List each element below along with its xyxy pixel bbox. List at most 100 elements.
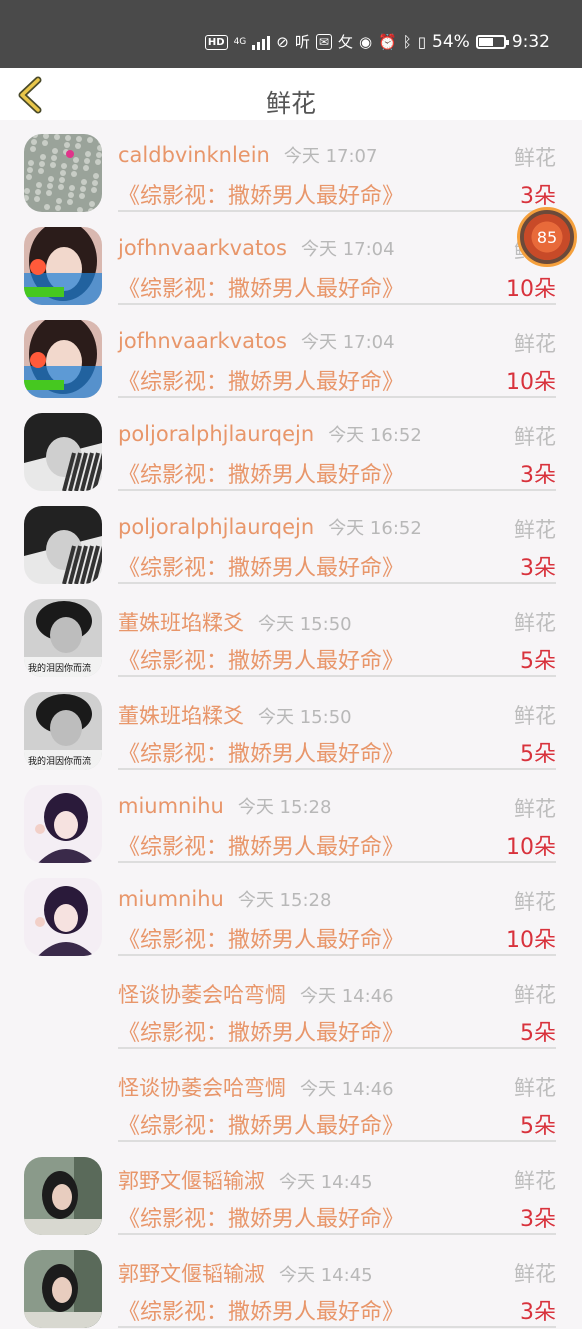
ting-icon: 听	[294, 33, 310, 51]
gift-type: 鲜花	[514, 983, 556, 1007]
battery-percent: 54%	[432, 32, 470, 52]
book-title[interactable]: 《综影视：撒娇男人最好命》	[118, 271, 404, 303]
book-title[interactable]: 《综影视：撒娇男人最好命》	[118, 1294, 404, 1326]
user-name-text: miumnihu	[118, 794, 224, 818]
user-name: poljoralphjlaurqejn 今天 16:52	[118, 514, 422, 540]
avatar[interactable]	[24, 134, 102, 212]
list-item[interactable]: poljoralphjlaurqejn 今天 16:52 《综影视：撒娇男人最好命》…	[0, 492, 582, 585]
gift-type: 鲜花	[514, 704, 556, 728]
gift-type: 鲜花	[514, 146, 556, 170]
timestamp: 今天 15:50	[258, 707, 352, 728]
timestamp: 今天 15:28	[237, 890, 332, 911]
user-name-text: miumnihu	[118, 887, 224, 911]
book-title[interactable]: 《综影视：撒娇男人最好命》	[118, 1015, 404, 1047]
clock: 9:32	[511, 32, 550, 52]
divider	[118, 1326, 556, 1328]
book-title[interactable]: 《综影视：撒娇男人最好命》	[118, 829, 404, 861]
avatar[interactable]	[24, 320, 102, 398]
avatar[interactable]	[24, 1250, 102, 1328]
divider	[118, 1233, 556, 1235]
user-name: miumnihu 今天 15:28	[118, 793, 331, 819]
gift-type: 鲜花	[514, 425, 556, 449]
avatar[interactable]	[24, 878, 102, 956]
avatar[interactable]	[24, 506, 102, 584]
timestamp: 今天 17:07	[283, 146, 378, 167]
gift-count: 3朵	[520, 463, 556, 488]
avatar[interactable]	[24, 227, 102, 305]
battery-icon	[475, 35, 509, 49]
vibrate-icon: ▯	[417, 33, 427, 51]
user-name-text: 怪谈协萎会哈弯惆	[118, 1076, 286, 1100]
gift-count: 5朵	[520, 1114, 556, 1139]
user-name-text: 董姝班埳糅爻	[118, 611, 244, 635]
list-item[interactable]: jofhnvaarkvatos今天 17:04 《综影视：撒娇男人最好命》 鲜花 10…	[0, 306, 582, 399]
gift-type: 鲜花	[514, 1076, 556, 1100]
divider	[118, 861, 556, 863]
hd-icon: HD	[204, 34, 228, 50]
list-item[interactable]: 我的泪因你而流 董姝班埳糅爻 今天 15:50 《综影视：撒娇男人最好命》 鲜花 5朵	[0, 585, 582, 678]
avatar[interactable]	[24, 413, 102, 491]
bluetooth-icon: ᛒ	[402, 33, 412, 51]
timestamp: 今天 14:46	[300, 986, 394, 1007]
list-item[interactable]: 我的泪因你而流 董姝班埳糅爻 今天 15:50 《综影视：撒娇男人最好命》 鲜花 5朵	[0, 678, 582, 771]
header: 鲜花	[0, 68, 582, 120]
user-name: 怪谈协萎会哈弯惆 今天 14:46	[118, 979, 394, 1009]
list-item[interactable]: caldbvinknlein 今天 17:07 《综影视：撒娇男人最好命》 鲜花 3朵	[0, 120, 582, 213]
list-item[interactable]: 郭野文偃韬输淑 今天 14:45 《综影视：撒娇男人最好命》 鲜花 3朵	[0, 1143, 582, 1236]
book-title[interactable]: 《综影视：撒娇男人最好命》	[118, 1201, 404, 1233]
book-title[interactable]: 《综影视：撒娇男人最好命》	[118, 643, 404, 675]
user-name-text: 郭野文偃韬输淑	[118, 1262, 265, 1286]
user-name: 董姝班埳糅爻 今天 15:50	[118, 607, 352, 637]
book-title[interactable]: 《综影视：撒娇男人最好命》	[118, 178, 404, 210]
avatar[interactable]	[24, 1157, 102, 1235]
svg-text:我的泪因你而流: 我的泪因你而流	[28, 662, 91, 674]
status-icons: HD 4G ⊘ 听 ✉ 攵 ◉ ⏰ ᛒ ▯ 54% 9:32	[204, 32, 550, 52]
signal-icon	[252, 34, 271, 50]
user-name: miumnihu 今天 15:28	[118, 886, 331, 912]
wifi-off-icon: ⊘	[276, 33, 289, 51]
list-item[interactable]: jofhnvaarkvatos今天 17:04《综影视：撒娇男人最好命》鲜花10…	[0, 213, 582, 306]
divider	[118, 954, 556, 956]
network-type: 4G	[233, 37, 247, 47]
book-title[interactable]: 《综影视：撒娇男人最好命》	[118, 457, 404, 489]
user-name-text: 怪谈协萎会哈弯惆	[118, 983, 286, 1007]
list-item[interactable]: poljoralphjlaurqejn 今天 16:52 《综影视：撒娇男人最好命》…	[0, 399, 582, 492]
gift-count: 5朵	[520, 649, 556, 674]
floating-ball-widget[interactable]: 85	[517, 207, 577, 267]
gift-count: 10朵	[506, 370, 556, 395]
user-name: jofhnvaarkvatos 今天 17:04	[118, 328, 395, 354]
list-item[interactable]: miumnihu 今天 15:28 《综影视：撒娇男人最好命》 鲜花 10朵	[0, 771, 582, 864]
book-title[interactable]: 《综影视：撒娇男人最好命》	[118, 364, 404, 396]
book-title[interactable]: 《综影视：撒娇男人最好命》	[118, 550, 404, 582]
avatar[interactable]: 我的泪因你而流	[24, 599, 102, 677]
timestamp: 今天 15:50	[258, 614, 352, 635]
gift-type: 鲜花	[514, 518, 556, 542]
avatar[interactable]	[24, 785, 102, 863]
gift-count: 10朵	[506, 928, 556, 953]
divider	[118, 1047, 556, 1049]
user-name: caldbvinknlein 今天 17:07	[118, 142, 377, 168]
gift-record-list: caldbvinknlein 今天 17:07 《综影视：撒娇男人最好命》 鲜花 3朵 j…	[0, 120, 582, 1329]
user-name: 郭野文偃韬输淑 今天 14:45	[118, 1165, 373, 1195]
book-title[interactable]: 《综影视：撒娇男人最好命》	[118, 1108, 404, 1140]
divider	[118, 582, 556, 584]
divider	[118, 489, 556, 491]
list-item[interactable]: 怪谈协萎会哈弯惆 今天 14:46 《综影视：撒娇男人最好命》 鲜花 5朵	[0, 957, 582, 1050]
timestamp: 今天 17:04	[300, 332, 395, 353]
divider	[118, 210, 556, 212]
list-item[interactable]: 郭野文偃韬输淑 今天 14:45 《综影视：撒娇男人最好命》 鲜花 3朵	[0, 1236, 582, 1329]
user-name: 董姝班埳糅爻 今天 15:50	[118, 700, 352, 730]
user-name-text: caldbvinknlein	[118, 143, 270, 167]
timestamp: 今天 14:46	[300, 1079, 394, 1100]
list-item[interactable]: 怪谈协萎会哈弯惆 今天 14:46 《综影视：撒娇男人最好命》 鲜花 5朵	[0, 1050, 582, 1143]
book-title[interactable]: 《综影视：撒娇男人最好命》	[118, 736, 404, 768]
gift-type: 鲜花	[514, 332, 556, 356]
book-title[interactable]: 《综影视：撒娇男人最好命》	[118, 922, 404, 954]
page-title: 鲜花	[265, 89, 316, 118]
floater-label: 85	[536, 228, 558, 247]
list-item[interactable]: miumnihu 今天 15:28 《综影视：撒娇男人最好命》 鲜花 10朵	[0, 864, 582, 957]
avatar[interactable]: 我的泪因你而流	[24, 692, 102, 770]
divider	[118, 303, 556, 305]
status-bar: HD 4G ⊘ 听 ✉ 攵 ◉ ⏰ ᛒ ▯ 54% 9:32	[0, 0, 582, 68]
gift-count: 3朵	[520, 1300, 556, 1325]
